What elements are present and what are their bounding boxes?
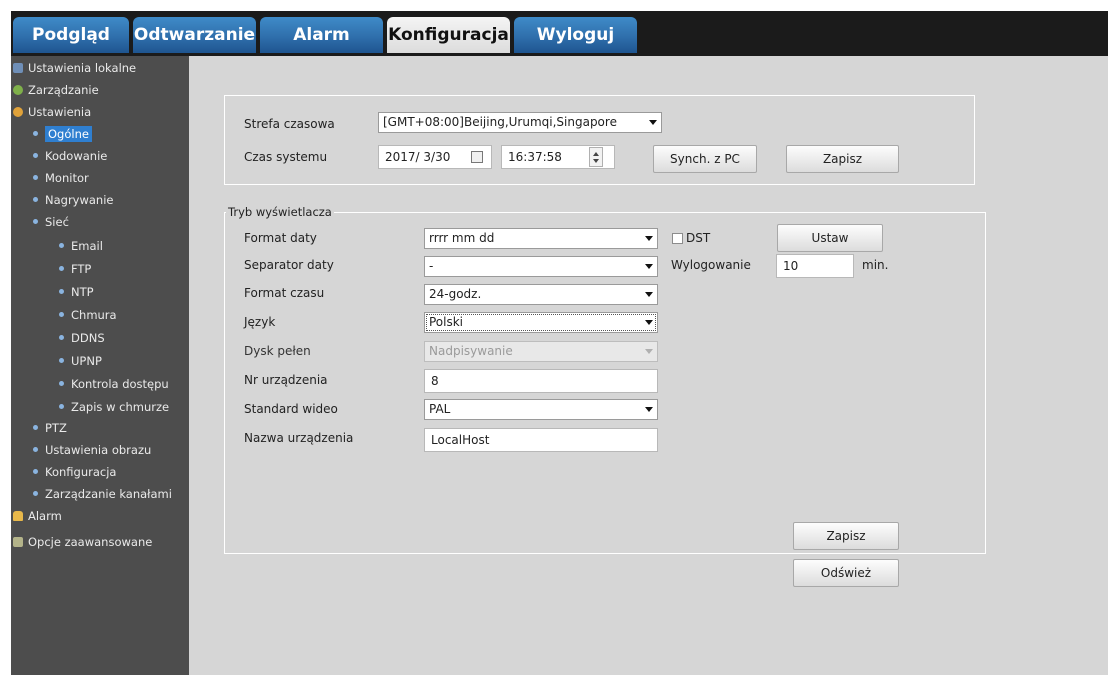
sidebar-item-upnp[interactable]: UPNP	[59, 351, 102, 371]
sidebar-item-management[interactable]: Zarządzanie	[13, 80, 99, 100]
sync-with-pc-button[interactable]: Synch. z PC	[653, 145, 757, 173]
chevron-down-icon	[645, 292, 653, 297]
alarm-bell-icon	[13, 510, 23, 521]
sidebar-item-settings[interactable]: Ustawienia	[13, 102, 91, 122]
sidebar-item-ftp[interactable]: FTP	[59, 259, 91, 279]
bullet-icon	[59, 335, 64, 340]
time-input[interactable]: 16:37:58	[501, 145, 615, 169]
timezone-select[interactable]: [GMT+08:00]Beijing,Urumqi,Singapore	[378, 112, 662, 133]
bullet-icon	[33, 491, 38, 496]
chevron-down-icon	[645, 320, 653, 325]
bullet-icon	[59, 381, 64, 386]
sidebar-item-cloud[interactable]: Chmura	[59, 305, 117, 325]
management-icon	[13, 84, 23, 95]
dst-checkbox[interactable]	[672, 233, 683, 244]
dst-label: DST	[686, 231, 711, 245]
main-content: Strefa czasowa [GMT+08:00]Beijing,Urumqi…	[189, 56, 1108, 675]
sidebar-item-monitor[interactable]: Monitor	[33, 168, 89, 188]
bullet-icon	[33, 131, 38, 136]
sidebar-item-access-control[interactable]: Kontrola dostępu	[59, 374, 169, 394]
chevron-down-icon	[645, 407, 653, 412]
sidebar-item-cloud-recording[interactable]: Zapis w chmurze	[59, 397, 169, 417]
sidebar-item-recording[interactable]: Nagrywanie	[33, 190, 114, 210]
save-display-button[interactable]: Zapisz	[793, 522, 899, 550]
tab-alarm[interactable]: Alarm	[260, 17, 383, 53]
device-name-label: Nazwa urządzenia	[244, 431, 354, 445]
tab-konfiguracja[interactable]: Konfiguracja	[387, 17, 510, 53]
sidebar-item-ddns[interactable]: DDNS	[59, 328, 105, 348]
chevron-down-icon	[645, 349, 653, 354]
video-standard-label: Standard wideo	[244, 402, 338, 416]
sidebar-item-alarm[interactable]: Alarm	[13, 506, 62, 526]
sidebar-item-encoding[interactable]: Kodowanie	[33, 146, 107, 166]
device-number-input[interactable]: 8	[424, 369, 658, 393]
tab-wyloguj[interactable]: Wyloguj	[514, 17, 637, 53]
date-format-label: Format daty	[244, 231, 317, 245]
sidebar-item-local-settings[interactable]: Ustawienia lokalne	[13, 58, 136, 78]
bullet-icon	[59, 358, 64, 363]
display-mode-legend: Tryb wyświetlacza	[226, 205, 334, 219]
sidebar-item-ptz[interactable]: PTZ	[33, 418, 67, 438]
time-format-label: Format czasu	[244, 286, 325, 300]
sidebar-item-email[interactable]: Email	[59, 236, 103, 256]
save-time-button[interactable]: Zapisz	[786, 145, 899, 173]
disk-full-select: Nadpisywanie	[424, 341, 658, 362]
bullet-icon	[59, 243, 64, 248]
spin-up-icon[interactable]	[593, 152, 599, 156]
sidebar-item-image-settings[interactable]: Ustawienia obrazu	[33, 440, 151, 460]
bullet-icon	[33, 153, 38, 158]
bullet-icon	[33, 197, 38, 202]
bullet-icon	[33, 425, 38, 430]
time-spinner[interactable]	[589, 147, 603, 167]
chevron-down-icon	[649, 120, 657, 125]
bullet-icon	[33, 447, 38, 452]
sidebar-item-ntp[interactable]: NTP	[59, 282, 94, 302]
sidebar-item-network[interactable]: Sieć	[33, 212, 69, 232]
bullet-icon	[59, 289, 64, 294]
bullet-icon	[59, 266, 64, 271]
language-select[interactable]: Polski	[424, 312, 658, 333]
sidebar-item-configuration[interactable]: Konfiguracja	[33, 462, 116, 482]
bullet-icon	[59, 312, 64, 317]
logout-label: Wylogowanie	[671, 258, 751, 272]
sidebar-menu: Ustawienia lokalne Zarządzanie Ustawieni…	[11, 56, 189, 675]
date-separator-select[interactable]: -	[424, 256, 658, 277]
tab-podglad[interactable]: Podgląd	[13, 17, 129, 53]
date-picker[interactable]: 2017/ 3/30	[378, 145, 492, 169]
bullet-icon	[33, 219, 38, 224]
chevron-down-icon	[645, 264, 653, 269]
device-number-label: Nr urządzenia	[244, 373, 328, 387]
settings-icon	[13, 106, 23, 117]
date-format-select[interactable]: rrrr mm dd	[424, 228, 658, 249]
sidebar-item-general[interactable]: Ogólne	[33, 124, 92, 144]
timezone-label: Strefa czasowa	[244, 117, 335, 131]
time-format-select[interactable]: 24-godz.	[424, 284, 658, 305]
calendar-icon[interactable]	[471, 151, 483, 163]
refresh-button[interactable]: Odśwież	[793, 559, 899, 587]
bullet-icon	[33, 469, 38, 474]
spin-down-icon[interactable]	[593, 159, 599, 163]
sidebar-item-channel-management[interactable]: Zarządzanie kanałami	[33, 484, 172, 504]
logout-minutes-input[interactable]: 10	[776, 254, 854, 278]
local-settings-icon	[13, 62, 23, 73]
bullet-icon	[33, 175, 38, 180]
sidebar-item-advanced-options[interactable]: Opcje zaawansowane	[13, 532, 152, 552]
language-label: Język	[244, 315, 276, 329]
date-separator-label: Separator daty	[244, 258, 334, 272]
set-dst-button[interactable]: Ustaw	[777, 224, 883, 252]
bullet-icon	[59, 404, 64, 409]
device-name-input[interactable]: LocalHost	[424, 428, 658, 452]
video-standard-select[interactable]: PAL	[424, 399, 658, 420]
top-navigation-bar: Podgląd Odtwarzanie Alarm Konfiguracja W…	[11, 11, 1108, 56]
advanced-tools-icon	[13, 536, 23, 547]
system-time-label: Czas systemu	[244, 150, 328, 164]
tab-odtwarzanie[interactable]: Odtwarzanie	[133, 17, 256, 53]
logout-unit-label: min.	[862, 258, 889, 272]
disk-full-label: Dysk pełen	[244, 344, 311, 358]
chevron-down-icon	[645, 236, 653, 241]
